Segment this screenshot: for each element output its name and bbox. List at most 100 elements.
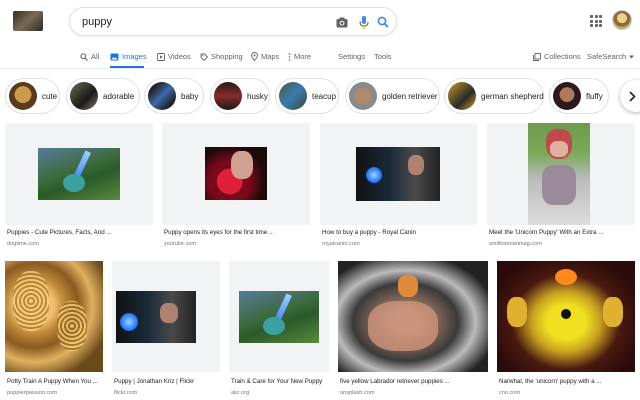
result-image-frame <box>229 261 329 372</box>
result-source: unsplash.com <box>340 390 375 396</box>
result-image <box>205 147 267 200</box>
apps-grid-icon[interactable] <box>590 15 602 27</box>
result-title: five yellow Labrador retriever puppies .… <box>340 378 450 385</box>
tab-all[interactable]: All <box>80 52 99 61</box>
camera-icon[interactable] <box>335 15 349 29</box>
chip-label: husky <box>247 91 268 101</box>
caret-down-icon <box>629 55 635 58</box>
result-source: royalcanin.com <box>322 241 360 247</box>
search-input[interactable] <box>82 14 322 30</box>
chip-german-shepherd[interactable]: german shepherd <box>444 78 544 114</box>
chip-golden-retriever[interactable]: golden retriever <box>345 78 440 114</box>
tab-settings-label: Settings <box>338 52 366 61</box>
image-icon <box>110 53 119 60</box>
more-vert-icon <box>288 52 291 61</box>
result-title: Meet the 'Unicorn Puppy' With an Extra .… <box>489 229 604 236</box>
result-title: Puppies - Cute Pictures, Facts, And ... <box>7 229 112 236</box>
result-card[interactable]: Narwhal, the 'unicorn' puppy with a ... … <box>497 261 635 400</box>
result-image <box>528 123 590 225</box>
header <box>0 0 640 46</box>
logo[interactable] <box>13 11 43 31</box>
result-source: dogtime.com <box>7 241 40 247</box>
adorable-thumb-icon <box>70 82 98 110</box>
collections-label: Collections <box>544 52 581 61</box>
fluffy-thumb-icon <box>553 82 581 110</box>
result-card[interactable]: Train & Care for Your New Puppy akc.org <box>229 261 329 400</box>
result-title: Puppy | Jonathan Kriz | Flickr <box>114 378 195 385</box>
result-image-frame <box>487 123 635 225</box>
cute-thumb-icon <box>9 82 37 110</box>
tab-images[interactable]: Images <box>110 52 147 61</box>
tab-videos-label: Videos <box>168 52 191 61</box>
result-card[interactable]: Meet the 'Unicorn Puppy' With an Extra .… <box>487 123 635 250</box>
result-card[interactable]: five yellow Labrador retriever puppies .… <box>338 261 488 400</box>
result-image <box>338 261 488 372</box>
tab-more[interactable]: More <box>288 52 311 61</box>
result-image-frame <box>162 123 310 225</box>
tab-maps-label: Maps <box>261 52 280 61</box>
tab-tools[interactable]: Tools <box>374 52 392 61</box>
result-image <box>356 147 440 201</box>
result-source: flickr.com <box>114 390 138 396</box>
result-image-frame <box>112 261 220 372</box>
tab-all-label: All <box>91 52 100 61</box>
avatar[interactable] <box>612 10 632 30</box>
chip-teacup[interactable]: teacup <box>275 78 339 114</box>
result-image <box>497 261 635 372</box>
chip-label: golden retriever <box>382 91 438 101</box>
tab-shopping[interactable]: Shopping <box>200 52 243 61</box>
result-card[interactable]: Potty Train A Puppy When You ... puppier… <box>5 261 103 400</box>
chip-adorable[interactable]: adorable <box>66 78 140 114</box>
chip-baby[interactable]: baby <box>144 78 204 114</box>
safesearch-dropdown[interactable]: SafeSearch <box>587 52 635 61</box>
tab-videos[interactable]: Videos <box>157 52 191 61</box>
result-card[interactable]: How to buy a puppy - Royal Canin royalca… <box>320 123 477 250</box>
result-title: Puppy opens its eyes for the first time … <box>164 229 275 236</box>
chip-label: teacup <box>312 91 337 101</box>
chip-label: german shepherd <box>481 91 544 101</box>
result-image <box>116 291 196 343</box>
baby-thumb-icon <box>148 82 176 110</box>
result-title: Narwhal, the 'unicorn' puppy with a ... <box>499 378 602 385</box>
collections-icon <box>533 52 541 61</box>
chip-fluffy[interactable]: fluffy <box>549 78 609 114</box>
header-divider <box>0 68 640 69</box>
result-source: cnn.com <box>499 390 521 396</box>
chip-cute[interactable]: cute <box>5 78 60 114</box>
result-title: Potty Train A Puppy When You ... <box>7 378 98 385</box>
chip-label: adorable <box>103 91 135 101</box>
result-card[interactable]: Puppy opens its eyes for the first time … <box>162 123 310 250</box>
result-image-frame <box>320 123 477 225</box>
result-image-frame <box>5 123 153 225</box>
tab-maps[interactable]: Maps <box>251 52 279 61</box>
chip-label: baby <box>181 91 199 101</box>
result-title: Train & Care for Your New Puppy <box>231 378 323 385</box>
microphone-icon[interactable] <box>357 15 371 29</box>
chevron-right-icon <box>629 90 636 102</box>
tab-settings[interactable]: Settings <box>338 52 365 61</box>
video-icon <box>157 52 165 61</box>
result-image <box>38 148 120 200</box>
tab-tools-label: Tools <box>374 52 392 61</box>
tab-shopping-label: Shopping <box>211 52 243 61</box>
golden-retriever-thumb-icon <box>349 82 377 110</box>
tag-icon <box>200 53 208 61</box>
teacup-thumb-icon <box>279 82 307 110</box>
result-card[interactable]: Puppy | Jonathan Kriz | Flickr flickr.co… <box>112 261 220 400</box>
search-tabs: All Images Videos Shopping Maps More Set… <box>0 46 640 68</box>
result-source: akc.org <box>231 390 250 396</box>
result-source: puppierpassion.com <box>7 390 58 396</box>
collections-button[interactable]: Collections <box>533 52 581 61</box>
tab-more-label: More <box>294 52 312 61</box>
chip-label: fluffy <box>586 91 603 101</box>
tab-images-label: Images <box>122 52 147 61</box>
result-image <box>5 261 103 372</box>
result-image <box>239 291 319 343</box>
search-small-icon <box>80 52 88 61</box>
related-chips: cute adorable baby husky teacup golden r… <box>0 78 640 114</box>
chip-husky[interactable]: husky <box>210 78 270 114</box>
chip-label: cute <box>42 91 58 101</box>
result-card[interactable]: Puppies - Cute Pictures, Facts, And ... … <box>5 123 153 250</box>
map-pin-icon <box>251 52 258 61</box>
search-icon[interactable] <box>376 15 390 29</box>
